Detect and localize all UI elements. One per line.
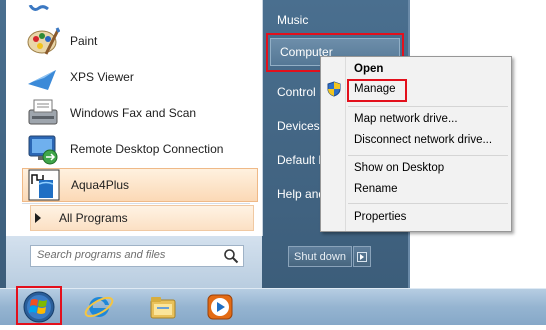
program-item-paint[interactable]: Paint — [6, 23, 262, 59]
chevron-right-icon — [357, 251, 367, 262]
context-item-label: Map network drive... — [354, 113, 458, 125]
context-item-label: Rename — [354, 183, 398, 195]
program-item-remote-desktop[interactable]: Remote Desktop Connection — [6, 131, 262, 167]
context-item-label: Properties — [354, 211, 407, 223]
fax-scan-icon — [26, 96, 60, 130]
context-item-label: Open — [354, 63, 384, 75]
windows-explorer-button[interactable] — [147, 291, 179, 323]
program-label: Paint — [70, 34, 98, 48]
program-item-fax-scan[interactable]: Windows Fax and Scan — [6, 95, 262, 131]
shutdown-label: Shut down — [294, 250, 346, 263]
context-item-rename[interactable]: Rename — [354, 183, 397, 195]
start-item-label: Default P — [277, 153, 327, 167]
shutdown-button[interactable]: Shut down — [288, 246, 352, 267]
program-label: Aqua4Plus — [71, 178, 130, 192]
start-item-music[interactable]: Music — [268, 5, 404, 35]
cut-off-program-icon — [28, 0, 50, 11]
program-item-xps-viewer[interactable]: XPS Viewer — [6, 59, 262, 95]
program-label: Windows Fax and Scan — [70, 106, 197, 120]
shield-icon — [326, 81, 342, 97]
context-item-map-network-drive[interactable]: Map network drive... — [354, 113, 458, 125]
media-player-button[interactable] — [204, 291, 236, 323]
internet-explorer-button[interactable] — [83, 291, 115, 323]
context-item-label: Disconnect network drive... — [354, 134, 493, 146]
context-item-properties[interactable]: Properties — [354, 211, 406, 223]
media-player-icon — [207, 294, 233, 320]
internet-explorer-icon — [84, 296, 114, 318]
remote-desktop-icon — [26, 132, 60, 166]
shutdown-options-button[interactable] — [353, 246, 371, 267]
all-programs-button[interactable]: All Programs — [30, 205, 254, 231]
start-item-label: Music — [277, 13, 309, 27]
program-label: XPS Viewer — [70, 70, 134, 84]
search-placeholder: Search programs and files — [37, 249, 166, 261]
program-label: Remote Desktop Connection — [70, 142, 224, 156]
context-item-show-on-desktop[interactable]: Show on Desktop — [354, 162, 444, 174]
manage-highlight-box — [347, 79, 407, 102]
context-menu-separator — [348, 106, 508, 107]
aqua4plus-icon — [27, 168, 61, 202]
all-programs-label: All Programs — [59, 211, 128, 225]
xps-viewer-icon — [26, 60, 60, 94]
programs-separator — [22, 203, 250, 204]
context-item-label: Show on Desktop — [354, 162, 445, 174]
search-input[interactable]: Search programs and files — [30, 245, 244, 267]
taskbar — [0, 288, 546, 325]
program-item-aqua4plus[interactable]: Aqua4Plus — [22, 168, 258, 202]
context-menu-gutter — [345, 57, 346, 231]
context-item-open[interactable]: Open — [354, 63, 383, 75]
context-item-disconnect-network-drive[interactable]: Disconnect network drive... — [354, 134, 492, 146]
start-item-label: Help and — [277, 187, 326, 201]
windows-explorer-icon — [150, 297, 176, 319]
start-highlight-box — [16, 286, 62, 325]
triangle-right-icon — [35, 213, 41, 223]
search-icon[interactable] — [223, 248, 239, 264]
paint-icon — [26, 24, 61, 58]
context-menu-separator — [348, 155, 508, 156]
context-menu-separator — [348, 203, 508, 204]
